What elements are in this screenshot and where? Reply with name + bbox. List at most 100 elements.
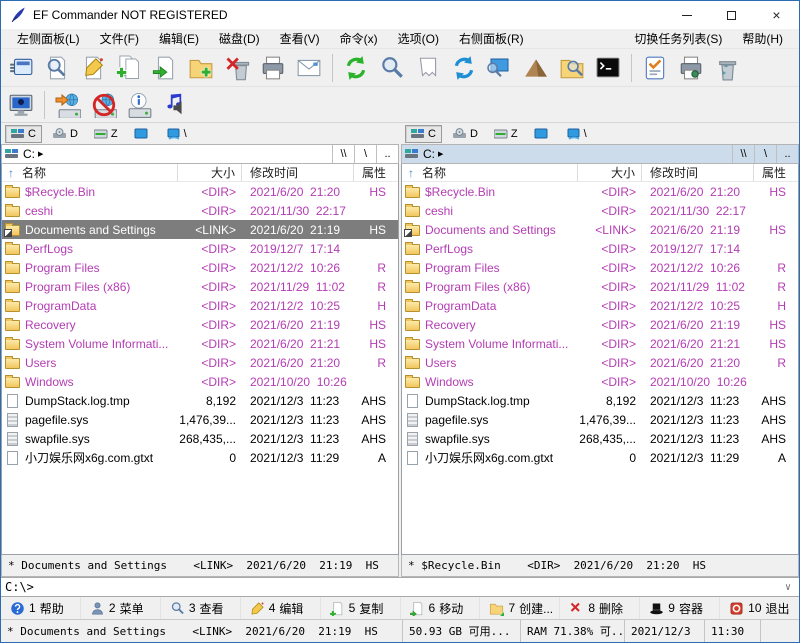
right-drive-d-button[interactable]: D — [448, 125, 483, 143]
fkey-9-container[interactable]: 9容器 — [640, 597, 720, 619]
left-network-button[interactable]: \ — [162, 125, 192, 143]
menu-switch-task-list[interactable]: 切换任务列表(S) — [624, 28, 732, 49]
sounds-button[interactable] — [158, 89, 194, 121]
path-caret-icon[interactable]: ▶ — [438, 150, 443, 158]
window-panels-button[interactable] — [3, 52, 39, 84]
file-row[interactable]: Documents and Settings<LINK>2021/6/20 21… — [402, 220, 798, 239]
file-row[interactable]: System Volume Informati...<DIR>2021/6/20… — [402, 334, 798, 353]
fkey-8-delete[interactable]: 8删除 — [560, 597, 640, 619]
right-root-button[interactable]: \ — [754, 145, 776, 163]
menu-command[interactable]: 命令(x) — [330, 28, 388, 49]
command-prompt-button[interactable] — [590, 52, 626, 84]
menu-left-panel[interactable]: 左侧面板(L) — [7, 28, 90, 49]
file-row[interactable]: DumpStack.log.tmp8,1922021/12/3 11:23AHS — [402, 391, 798, 410]
command-line[interactable]: C:\> ∨ — [1, 577, 799, 597]
left-header-name[interactable]: ↑名称 — [2, 164, 178, 181]
right-header-size[interactable]: 大小 — [578, 164, 642, 181]
path-caret-icon[interactable]: ▶ — [38, 150, 43, 158]
left-path-bar[interactable]: C: ▶ \\ \ .. — [1, 144, 399, 164]
edit-file-button[interactable] — [75, 52, 111, 84]
fkey-10-exit[interactable]: 10退出 — [720, 597, 799, 619]
menu-file[interactable]: 文件(F) — [90, 28, 149, 49]
fkey-1-help[interactable]: 1帮助 — [1, 597, 81, 619]
right-root-unc-button[interactable]: \\ — [732, 145, 754, 163]
left-root-button[interactable]: \ — [354, 145, 376, 163]
print-button[interactable] — [255, 52, 291, 84]
menu-options[interactable]: 选项(O) — [388, 28, 449, 49]
screen-view-button[interactable] — [482, 52, 518, 84]
left-drive-d-button[interactable]: D — [48, 125, 83, 143]
file-row[interactable]: Windows<DIR>2021/10/20 10:26 — [2, 372, 398, 391]
menu-right-panel[interactable]: 右侧面板(R) — [449, 28, 534, 49]
copy-button[interactable] — [111, 52, 147, 84]
right-header-date[interactable]: 修改时间 — [642, 164, 754, 181]
file-row[interactable]: swapfile.sys268,435,...2021/12/3 11:23AH… — [2, 429, 398, 448]
right-drive-c-button[interactable]: C — [405, 125, 442, 143]
menu-disk[interactable]: 磁盘(D) — [209, 28, 270, 49]
left-root-unc-button[interactable]: \\ — [332, 145, 354, 163]
task-list-button[interactable] — [637, 52, 673, 84]
file-row[interactable]: Program Files (x86)<DIR>2021/11/29 11:02… — [2, 277, 398, 296]
search-file-button[interactable] — [39, 52, 75, 84]
file-row[interactable]: Program Files<DIR>2021/12/2 10:26R — [402, 258, 798, 277]
fkey-4-edit[interactable]: 4编辑 — [241, 597, 321, 619]
left-drive-z-button[interactable]: Z — [89, 125, 123, 143]
recycle-bin-button[interactable] — [709, 52, 745, 84]
fkey-6-move[interactable]: 6移动 — [401, 597, 481, 619]
move-button[interactable] — [147, 52, 183, 84]
print-capture-button[interactable] — [673, 52, 709, 84]
search-button[interactable] — [374, 52, 410, 84]
left-desktop-button[interactable] — [129, 125, 156, 143]
menu-edit[interactable]: 编辑(E) — [149, 28, 209, 49]
file-row[interactable]: Program Files<DIR>2021/12/2 10:26R — [2, 258, 398, 277]
drive-info-button[interactable] — [122, 89, 158, 121]
compare-files-button[interactable] — [410, 52, 446, 84]
file-row[interactable]: Users<DIR>2021/6/20 21:20R — [2, 353, 398, 372]
file-row[interactable]: swapfile.sys268,435,...2021/12/3 11:23AH… — [402, 429, 798, 448]
file-row[interactable]: Windows<DIR>2021/10/20 10:26 — [402, 372, 798, 391]
maximize-button[interactable] — [709, 1, 754, 29]
fkey-5-copy[interactable]: 5复制 — [321, 597, 401, 619]
file-row[interactable]: pagefile.sys1,476,39...2021/12/3 11:23AH… — [2, 410, 398, 429]
command-prompt-text[interactable]: C:\> — [5, 580, 785, 594]
pyramid-button[interactable] — [518, 52, 554, 84]
file-row[interactable]: PerfLogs<DIR>2019/12/7 17:14 — [2, 239, 398, 258]
right-desktop-button[interactable] — [529, 125, 556, 143]
menu-view[interactable]: 查看(V) — [270, 28, 330, 49]
file-row[interactable]: Program Files (x86)<DIR>2021/11/29 11:02… — [402, 277, 798, 296]
file-row[interactable]: 小刀娱乐网x6g.com.gtxt02021/12/3 11:29A — [402, 448, 798, 467]
right-parent-dir-button[interactable]: .. — [776, 145, 798, 163]
refresh-button[interactable] — [338, 52, 374, 84]
right-path-bar[interactable]: C: ▶ \\ \ .. — [401, 144, 799, 164]
file-row[interactable]: pagefile.sys1,476,39...2021/12/3 11:23AH… — [402, 410, 798, 429]
file-row[interactable]: 小刀娱乐网x6g.com.gtxt02021/12/3 11:29A — [2, 448, 398, 467]
file-row[interactable]: ProgramData<DIR>2021/12/2 10:25H — [402, 296, 798, 315]
delete-button[interactable] — [219, 52, 255, 84]
network-connect-button[interactable] — [50, 89, 86, 121]
file-row[interactable]: PerfLogs<DIR>2019/12/7 17:14 — [402, 239, 798, 258]
new-folder-button[interactable] — [183, 52, 219, 84]
left-header-attr[interactable]: 属性 — [354, 164, 398, 181]
email-button[interactable] — [291, 52, 327, 84]
right-header-name[interactable]: ↑名称 — [402, 164, 578, 181]
left-header-date[interactable]: 修改时间 — [242, 164, 354, 181]
fkey-3-view[interactable]: 3查看 — [161, 597, 241, 619]
file-row[interactable]: System Volume Informati...<DIR>2021/6/20… — [2, 334, 398, 353]
right-network-button[interactable]: \ — [562, 125, 592, 143]
file-row[interactable]: Recovery<DIR>2021/6/20 21:19HS — [402, 315, 798, 334]
fkey-2-menu[interactable]: 2菜单 — [81, 597, 161, 619]
file-row[interactable]: $Recycle.Bin<DIR>2021/6/20 21:20HS — [2, 182, 398, 201]
minimize-button[interactable] — [664, 1, 709, 29]
network-disconnect-button[interactable] — [86, 89, 122, 121]
menu-help[interactable]: 帮助(H) — [732, 28, 793, 49]
left-drive-c-button[interactable]: C — [5, 125, 42, 143]
file-row[interactable]: ceshi<DIR>2021/11/30 22:17 — [2, 201, 398, 220]
chevron-down-icon[interactable]: ∨ — [785, 582, 795, 593]
file-row[interactable]: $Recycle.Bin<DIR>2021/6/20 21:20HS — [402, 182, 798, 201]
file-row[interactable]: Users<DIR>2021/6/20 21:20R — [402, 353, 798, 372]
file-row[interactable]: DumpStack.log.tmp8,1922021/12/3 11:23AHS — [2, 391, 398, 410]
file-row[interactable]: Recovery<DIR>2021/6/20 21:19HS — [2, 315, 398, 334]
right-header-attr[interactable]: 属性 — [754, 164, 798, 181]
sync-button[interactable] — [446, 52, 482, 84]
file-row[interactable]: ProgramData<DIR>2021/12/2 10:25H — [2, 296, 398, 315]
